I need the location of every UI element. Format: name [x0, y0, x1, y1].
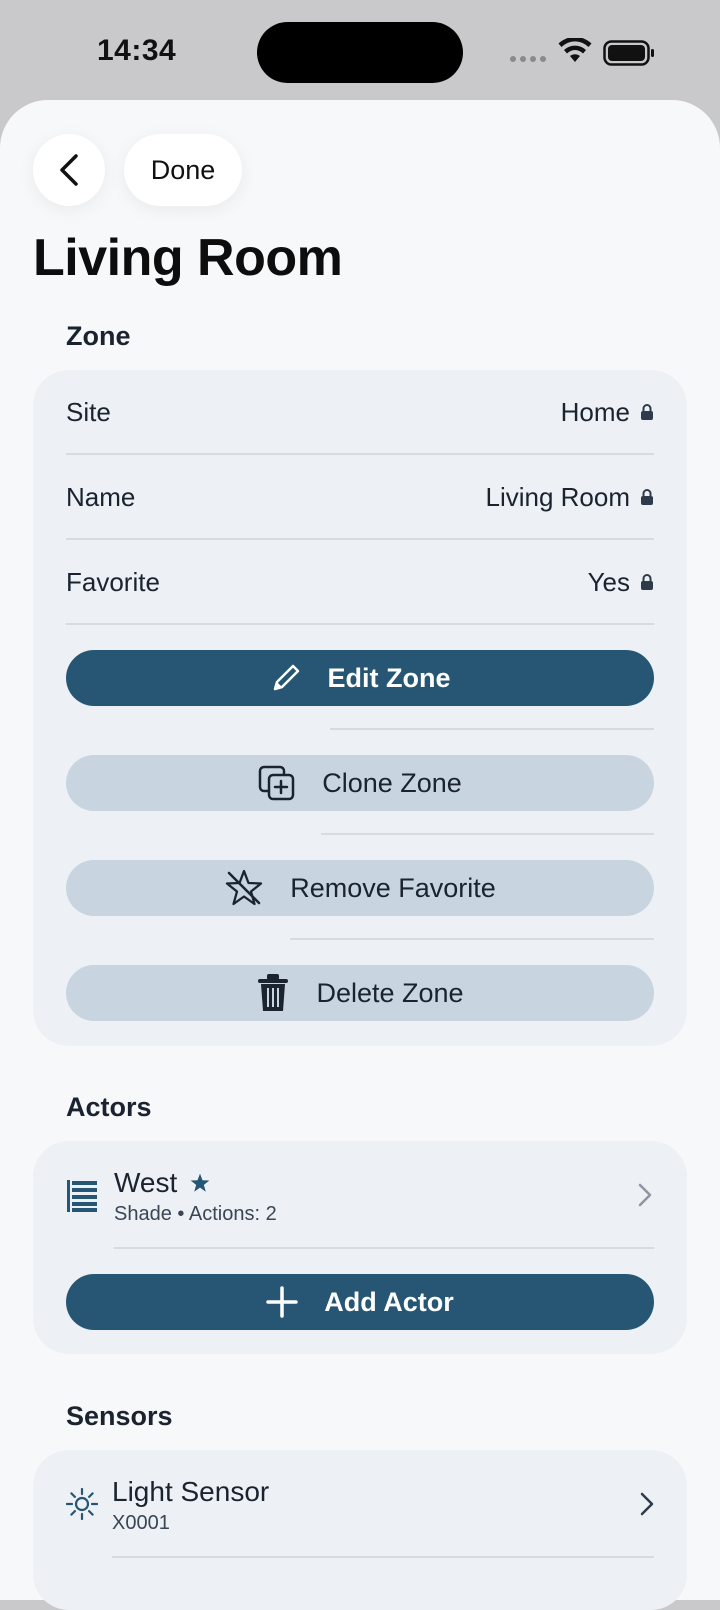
zone-card: Site Home Name Living Room Favorite Yes …	[33, 370, 687, 1046]
zone-row-name: Name Living Room	[66, 455, 654, 539]
lock-icon	[641, 404, 653, 420]
actors-card: West Shade • Actions: 2 Add Actor	[33, 1141, 687, 1354]
page-title: Living Room	[33, 229, 343, 287]
clone-zone-label: Clone Zone	[322, 767, 462, 798]
sun-icon	[66, 1488, 98, 1520]
sensors-section-header: Sensors	[66, 1401, 173, 1431]
star-slash-icon	[226, 869, 263, 906]
divider	[114, 1247, 654, 1249]
battery-icon	[603, 40, 654, 66]
trash-icon	[258, 974, 289, 1011]
divider	[321, 833, 654, 835]
row-label: Name	[66, 481, 136, 512]
remove-favorite-label: Remove Favorite	[290, 872, 496, 903]
actor-actions: Actions: 2	[188, 1203, 277, 1225]
add-actor-button[interactable]: Add Actor	[66, 1274, 654, 1330]
sensor-item-light[interactable]: Light Sensor X0001	[66, 1450, 654, 1550]
chevron-right-icon	[640, 1492, 654, 1516]
status-bar: 14:34	[0, 0, 720, 100]
separator: •	[177, 1203, 185, 1225]
sensor-id: X0001	[112, 1512, 170, 1534]
plus-icon	[266, 1286, 298, 1318]
edit-zone-label: Edit Zone	[327, 662, 451, 693]
lock-icon	[641, 489, 653, 505]
row-label: Site	[66, 396, 111, 427]
divider	[330, 728, 654, 730]
row-label: Favorite	[66, 566, 160, 597]
star-filled-icon	[190, 1173, 210, 1192]
actors-section-header: Actors	[66, 1092, 152, 1122]
divider	[112, 1556, 654, 1558]
row-value: Living Room	[485, 481, 630, 512]
lock-icon	[641, 574, 653, 590]
zone-section-header: Zone	[66, 321, 131, 351]
done-button[interactable]: Done	[124, 134, 242, 206]
actor-subtitle: Shade • Actions: 2	[114, 1203, 277, 1226]
chevron-left-icon	[60, 154, 78, 186]
row-value: Yes	[587, 566, 630, 597]
zone-row-favorite: Favorite Yes	[66, 540, 654, 624]
divider	[290, 938, 654, 940]
sensor-name: Light Sensor	[112, 1476, 270, 1507]
chevron-right-icon	[638, 1183, 652, 1207]
edit-zone-button[interactable]: Edit Zone	[66, 650, 654, 706]
cellular-signal-icon	[510, 56, 548, 62]
back-button[interactable]	[33, 134, 105, 206]
sensors-card: Light Sensor X0001	[33, 1450, 687, 1610]
divider	[66, 623, 654, 625]
clone-icon	[258, 765, 295, 801]
pencil-icon	[273, 664, 299, 691]
actor-type: Shade	[114, 1203, 172, 1225]
actor-name: West	[114, 1167, 178, 1198]
clone-zone-button[interactable]: Clone Zone	[66, 755, 654, 811]
add-actor-label: Add Actor	[324, 1286, 454, 1317]
dynamic-island	[257, 22, 463, 83]
shade-icon	[67, 1180, 97, 1212]
wifi-icon	[558, 38, 592, 62]
status-time: 14:34	[97, 34, 177, 67]
delete-zone-button[interactable]: Delete Zone	[66, 965, 654, 1021]
zone-row-site: Site Home	[66, 370, 654, 454]
remove-favorite-button[interactable]: Remove Favorite	[66, 860, 654, 916]
delete-zone-label: Delete Zone	[316, 977, 464, 1008]
actor-item-west[interactable]: West Shade • Actions: 2	[66, 1141, 654, 1241]
row-value: Home	[560, 396, 630, 427]
